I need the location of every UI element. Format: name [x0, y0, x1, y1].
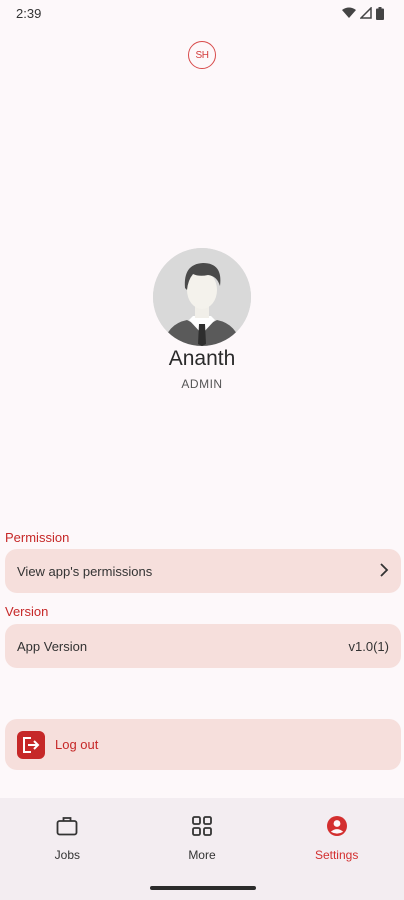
app-logo: SH [188, 41, 216, 69]
logout-button[interactable]: Log out [5, 719, 401, 770]
app-version-label: App Version [17, 638, 88, 654]
app-version-value: v1.0(1) [348, 638, 389, 654]
briefcase-icon [56, 814, 78, 838]
account-circle-icon [326, 814, 348, 838]
nav-label-more: More [188, 848, 216, 862]
home-indicator[interactable] [150, 886, 256, 890]
user-role: ADMIN [181, 377, 223, 391]
logout-icon [17, 730, 45, 759]
status-bar: 2:39 [0, 0, 404, 26]
nav-label-jobs: Jobs [54, 848, 80, 862]
logout-label: Log out [55, 737, 99, 752]
grid-icon [192, 814, 212, 838]
nav-item-settings[interactable]: Settings [287, 814, 387, 900]
user-name: Ananth [168, 347, 236, 370]
chevron-right-icon [379, 562, 389, 580]
view-permissions-label: View app's permissions [17, 563, 153, 579]
version-section-title: Version [5, 604, 49, 619]
view-permissions-row[interactable]: View app's permissions [5, 549, 401, 593]
avatar [153, 248, 251, 346]
nav-item-jobs[interactable]: Jobs [17, 814, 117, 900]
app-logo-text: SH [195, 49, 209, 61]
nav-label-settings: Settings [314, 848, 359, 862]
app-version-row: App Version v1.0(1) [5, 624, 401, 668]
permission-section-title: Permission [5, 530, 70, 545]
wifi-icon [342, 7, 356, 19]
status-icons [342, 6, 384, 20]
signal-icon [360, 7, 372, 19]
battery-icon [376, 6, 384, 20]
bottom-nav: Jobs More Settings [0, 798, 404, 900]
status-time: 2:39 [16, 5, 42, 21]
